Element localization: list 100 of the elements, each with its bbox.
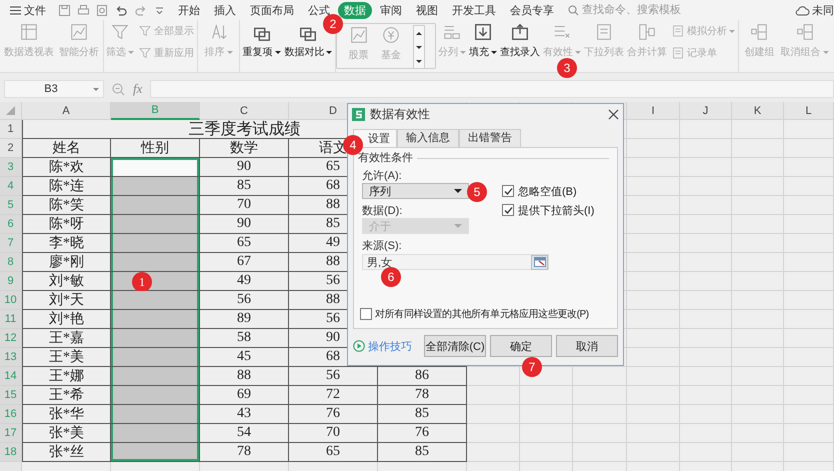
print-icon[interactable]: [77, 4, 90, 16]
search-field[interactable]: 查找命令、搜索模板: [582, 4, 692, 16]
row-header[interactable]: 6: [0, 215, 22, 234]
column-heading: 姓名: [22, 139, 111, 158]
menu-tab[interactable]: 页面布局: [244, 2, 300, 18]
table-cell[interactable]: [111, 329, 200, 348]
undo-icon[interactable]: [115, 4, 128, 16]
table-cell[interactable]: [111, 177, 200, 196]
dialog-button[interactable]: 全部清除(C): [424, 335, 486, 357]
caret-icon: [460, 50, 466, 54]
column-header[interactable]: A: [22, 102, 111, 120]
row-header[interactable]: 2: [0, 139, 22, 158]
menu-icon: [10, 6, 21, 14]
table-cell[interactable]: [111, 310, 200, 329]
sync-status[interactable]: 未同: [812, 2, 834, 18]
row-header[interactable]: 13: [0, 348, 22, 367]
row-header[interactable]: 1: [0, 120, 22, 139]
row-header[interactable]: 8: [0, 253, 22, 272]
menu-tab[interactable]: 数据: [338, 2, 372, 18]
table-cell: 49: [200, 272, 289, 291]
table-cell[interactable]: [111, 424, 200, 443]
row-header[interactable]: 3: [0, 158, 22, 177]
menu-tab[interactable]: 视图: [410, 2, 444, 18]
column-header[interactable]: B: [111, 102, 200, 120]
row-header[interactable]: 10: [0, 291, 22, 310]
formula-field[interactable]: [150, 80, 834, 98]
table-cell: 88: [200, 367, 289, 386]
step-marker: 1: [132, 272, 152, 292]
ribbon-button[interactable]: 查找录入: [499, 22, 541, 59]
table-cell[interactable]: 1: [111, 272, 200, 291]
column-header[interactable]: C: [200, 102, 289, 120]
preview-icon[interactable]: [96, 4, 109, 16]
row-header[interactable]: 4: [0, 177, 22, 196]
dialog-tab[interactable]: 输入信息: [397, 129, 459, 147]
name-box[interactable]: B3: [4, 80, 104, 98]
row-header[interactable]: 17: [0, 424, 22, 443]
ribbon-button[interactable]: 填充: [468, 22, 498, 59]
menu-tab[interactable]: 开发工具: [446, 2, 502, 18]
row-header[interactable]: 16: [0, 405, 22, 424]
table-cell[interactable]: [111, 291, 200, 310]
search-icon: [568, 4, 579, 16]
checkbox[interactable]: [360, 308, 372, 320]
checkbox[interactable]: [502, 204, 514, 216]
row-header[interactable]: 12: [0, 329, 22, 348]
cloud-icon: [795, 4, 810, 16]
row-header[interactable]: 9: [0, 272, 22, 291]
table-cell[interactable]: [111, 215, 200, 234]
caret-icon: [274, 50, 281, 54]
dialog-tab[interactable]: 出错警告: [459, 129, 521, 147]
close-icon[interactable]: [608, 109, 619, 120]
column-header[interactable]: I: [627, 102, 680, 120]
allow-dropdown[interactable]: 序列: [362, 183, 469, 199]
table-cell: 70: [289, 424, 378, 443]
checkbox[interactable]: [502, 185, 514, 197]
menu-tab[interactable]: 开始: [172, 2, 206, 18]
caret-icon: [326, 50, 332, 54]
row-header[interactable]: 11: [0, 310, 22, 329]
table-cell[interactable]: [111, 234, 200, 253]
table-cell[interactable]: [111, 348, 200, 367]
table-cell[interactable]: [111, 158, 200, 177]
table-cell[interactable]: [111, 386, 200, 405]
file-menu[interactable]: 文件: [6, 2, 50, 18]
save-icon[interactable]: [58, 4, 71, 16]
table-cell[interactable]: [111, 405, 200, 424]
group-icon: [794, 22, 815, 42]
source-field[interactable]: 男,女: [362, 254, 549, 270]
table-cell: 70: [200, 196, 289, 215]
table-cell: 54: [200, 424, 289, 443]
row-header[interactable]: 18: [0, 443, 22, 462]
menu-tab[interactable]: 审阅: [374, 2, 408, 18]
table-cell: 89: [200, 310, 289, 329]
group-icon: [749, 22, 770, 42]
table-cell: 90: [200, 158, 289, 177]
table-cell: 76: [289, 405, 378, 424]
caret-icon: [575, 50, 581, 54]
row-header[interactable]: 14: [0, 367, 22, 386]
table-cell: 69: [200, 386, 289, 405]
row-header[interactable]: 15: [0, 386, 22, 405]
ribbon-button[interactable]: 重复项: [242, 22, 282, 59]
table-cell[interactable]: [111, 443, 200, 462]
step-marker: 3: [557, 58, 577, 78]
table-cell[interactable]: [111, 253, 200, 272]
table-cell[interactable]: [111, 196, 200, 215]
table-cell: 65: [200, 234, 289, 253]
table-cell: 86: [378, 367, 467, 386]
dialog-button[interactable]: 确定: [490, 335, 552, 357]
scroll-spinner[interactable]: [412, 25, 424, 69]
dialog-button[interactable]: 取消: [556, 335, 618, 357]
menu-tab[interactable]: 会员专享: [504, 2, 560, 18]
range-picker-icon[interactable]: [531, 254, 548, 270]
row-header[interactable]: 7: [0, 234, 22, 253]
column-header[interactable]: J: [680, 102, 732, 120]
table-icon: [19, 22, 39, 42]
menu-tab[interactable]: 插入: [208, 2, 242, 18]
column-header[interactable]: K: [732, 102, 784, 120]
table-cell[interactable]: [111, 367, 200, 386]
function-label[interactable]: fx: [133, 81, 142, 97]
row-header[interactable]: 5: [0, 196, 22, 215]
table-cell: 85: [378, 405, 467, 424]
column-header[interactable]: L: [784, 102, 834, 120]
